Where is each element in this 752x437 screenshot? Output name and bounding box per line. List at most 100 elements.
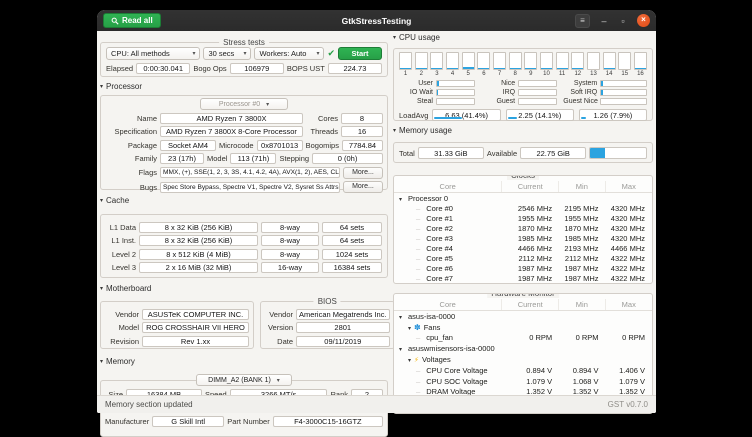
hwmon-table-row[interactable]: asus-isa-0000: [394, 311, 652, 322]
processor-selector-combo[interactable]: Processor #0▾: [200, 98, 288, 110]
expander-arrow-icon: ▾: [100, 285, 103, 292]
cpu-usage-expander[interactable]: ▾ CPU usage: [393, 33, 653, 42]
tree-expander-icon[interactable]: [416, 224, 420, 233]
app-window: Read all GtkStressTesting ≡ – ▫ × Stress…: [97, 10, 656, 413]
memory-usage-expander[interactable]: ▾ Memory usage: [393, 126, 653, 135]
window-title: GtkStressTesting: [97, 16, 656, 26]
total-value: 31.33 GiB: [418, 147, 484, 159]
part-number-value: F4-3000C15-16GTZ: [273, 416, 383, 427]
cpu-usage-frame: 1 2 3: [393, 48, 653, 121]
tree-expander-icon[interactable]: [416, 377, 420, 386]
tree-expander-icon[interactable]: [408, 323, 411, 332]
app-version: GST v0.7.0: [608, 400, 648, 409]
core-usage-column: 12: [571, 52, 584, 77]
read-all-button[interactable]: Read all: [103, 13, 161, 28]
hamburger-menu-icon[interactable]: ≡: [575, 14, 590, 28]
clocks-frame: Clocks CoreCurrentMinMax Processor 0: [393, 175, 653, 284]
stress-method-combo[interactable]: CPU: All methods▾: [106, 47, 200, 60]
clocks-table-row[interactable]: Core #2 1870 MHz 1870 MHz 4320 MHz: [394, 223, 652, 233]
tree-expander-icon[interactable]: [399, 194, 402, 203]
processor-expander[interactable]: ▾ Processor: [100, 82, 388, 91]
core-number-label: 8: [509, 71, 522, 77]
hwmon-table-row[interactable]: Fans: [394, 322, 652, 333]
stress-workers-combo[interactable]: Workers: Auto▾: [254, 47, 324, 60]
tree-expander-icon[interactable]: [416, 214, 420, 223]
bios-row-label: Version: [265, 323, 293, 332]
check-icon: ✔: [327, 49, 335, 59]
core-number-label: 16: [634, 71, 647, 77]
hwmon-table-row[interactable]: Voltages: [394, 354, 652, 365]
cache-row: Level 3 2 x 16 MiB (32 MiB) 16-way 16384…: [106, 262, 382, 273]
core-usage-column: 2: [415, 52, 428, 77]
tree-expander-icon[interactable]: [416, 366, 420, 375]
clocks-table-row[interactable]: Core #0 2546 MHz 2195 MHz 4320 MHz: [394, 203, 652, 213]
minimize-icon[interactable]: –: [599, 14, 609, 28]
core-number-label: 12: [571, 71, 584, 77]
stress-metric-value: 0:00:30.041: [136, 63, 190, 74]
row-icon: [414, 355, 419, 364]
tree-expander-icon[interactable]: [416, 234, 420, 243]
clocks-table-row[interactable]: Core #6 1987 MHz 1987 MHz 4322 MHz: [394, 263, 652, 273]
stress-duration-combo[interactable]: 30 secs▾: [203, 47, 251, 60]
cpu-stat-bar: [436, 98, 475, 105]
loadavg-value: 1.26 (7.9%): [579, 109, 647, 121]
bugs-more-button[interactable]: More...: [343, 181, 383, 193]
cache-sets-value: 64 sets: [322, 222, 382, 233]
column-header: Current: [502, 181, 559, 192]
tree-expander-icon[interactable]: [416, 333, 420, 342]
tree-expander-icon[interactable]: [416, 254, 420, 263]
cpu-stat-bar: [600, 80, 647, 87]
core-number-label: 1: [399, 71, 412, 77]
flags-more-button[interactable]: More...: [343, 167, 383, 179]
core-usage-column: 9: [524, 52, 537, 77]
bios-row-label: Vendor: [265, 310, 293, 319]
tree-expander-icon[interactable]: [416, 244, 420, 253]
cpu-stat-label: Steal: [399, 98, 433, 105]
core-number-label: 6: [477, 71, 490, 77]
expander-arrow-icon: ▾: [100, 197, 103, 204]
cpu-name-value: AMD Ryzen 7 3800X: [160, 113, 303, 124]
hwmon-table-row[interactable]: CPU SOC Voltage 1.079 V 1.068 V 1.079 V: [394, 376, 652, 387]
maximize-icon[interactable]: ▫: [618, 14, 628, 28]
tree-expander-icon[interactable]: [408, 355, 411, 364]
core-number-label: 11: [556, 71, 569, 77]
tree-expander-icon[interactable]: [399, 344, 402, 353]
cache-row: L1 Inst. 8 x 32 KiB (256 KiB) 8-way 64 s…: [106, 235, 382, 246]
clocks-table-row[interactable]: Core #3 1985 MHz 1985 MHz 4320 MHz: [394, 233, 652, 243]
start-button[interactable]: Start: [338, 47, 382, 60]
tree-expander-icon[interactable]: [416, 274, 420, 283]
clocks-table-row[interactable]: Processor 0: [394, 193, 652, 203]
specification-label: Specification: [105, 127, 157, 136]
motherboard-expander[interactable]: ▾ Motherboard: [100, 284, 388, 293]
bios-row-value: American Megatrends Inc.: [296, 309, 390, 320]
clocks-table-row[interactable]: Core #1 1955 MHz 1955 MHz 4320 MHz: [394, 213, 652, 223]
cache-expander[interactable]: ▾ Cache: [100, 196, 388, 205]
tree-expander-icon[interactable]: [416, 204, 420, 213]
clocks-table-row[interactable]: Core #4 4466 MHz 2193 MHz 4466 MHz: [394, 243, 652, 253]
core-usage-column: 4: [446, 52, 459, 77]
cache-ways-value: 8-way: [261, 222, 319, 233]
tree-expander-icon[interactable]: [416, 264, 420, 273]
chevron-down-icon: ▾: [192, 50, 195, 57]
hwmon-table-row[interactable]: CPU Core Voltage 0.894 V 0.894 V 1.406 V: [394, 365, 652, 376]
tree-expander-icon[interactable]: [399, 312, 402, 321]
close-icon[interactable]: ×: [637, 14, 650, 27]
cpu-stat: User: [399, 80, 475, 87]
cpu-stat-label: Nice: [481, 80, 515, 87]
clocks-table-row[interactable]: Core #7 1987 MHz 1987 MHz 4322 MHz: [394, 273, 652, 283]
core-number-label: 13: [587, 71, 600, 77]
cpu-stat-bar: [436, 89, 475, 96]
core-usage-levelbar: [524, 52, 537, 70]
core-usage-column: 1: [399, 52, 412, 77]
hwmon-table-row[interactable]: asuswmisensors-isa-0000: [394, 343, 652, 354]
core-usage-levelbar: [587, 52, 600, 70]
memory-expander[interactable]: ▾ Memory: [100, 357, 388, 366]
clocks-table-row[interactable]: Core #5 2112 MHz 2112 MHz 4322 MHz: [394, 253, 652, 263]
board-row-label: Vendor: [105, 310, 139, 319]
column-header: Current: [502, 299, 559, 310]
stress-tests-frame: Stress tests CPU: All methods▾ 30 secs▾ …: [100, 42, 388, 77]
stress-metric-label: Elapsed: [106, 64, 133, 73]
hwmon-table-row[interactable]: cpu_fan 0 RPM 0 RPM 0 RPM: [394, 333, 652, 344]
core-number-label: 10: [540, 71, 553, 77]
dimm-selector-combo[interactable]: DIMM_A2 (BANK 1)▾: [196, 374, 292, 386]
